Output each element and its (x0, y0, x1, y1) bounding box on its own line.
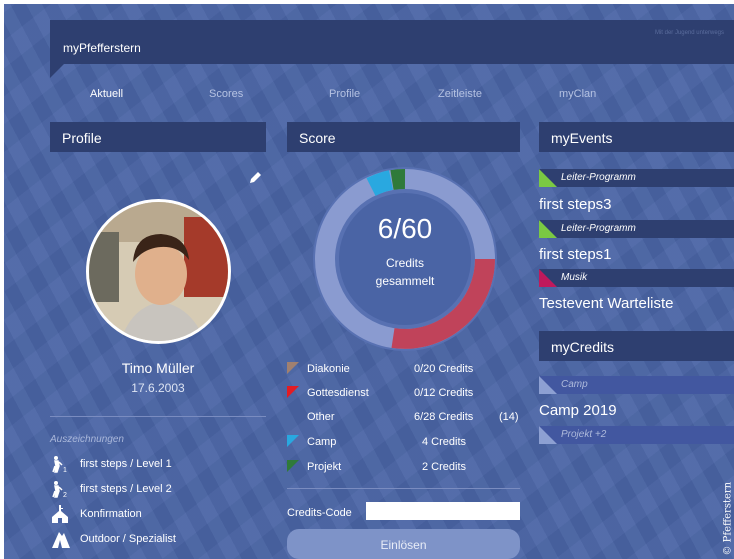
category-name: Camp (307, 436, 337, 448)
events-heading: myEvents (539, 122, 734, 152)
flag-icon (539, 220, 557, 238)
flag-icon (539, 169, 557, 187)
event-category-label: Musik (561, 272, 588, 283)
score-caption-gesammelt: gesammelt (375, 274, 435, 288)
church-icon (52, 505, 68, 523)
event-category-label: Leiter-Programm (561, 172, 636, 183)
category-value: 4 Credits (422, 436, 467, 448)
main-nav: Aktuell Scores Profile Zeitleiste myClan (4, 88, 734, 104)
award-label: Konfirmation (80, 508, 142, 520)
credits-heading: myCredits (539, 331, 734, 361)
award-label: first steps / Level 1 (80, 458, 172, 470)
profile-heading: Profile (50, 122, 266, 152)
app-title[interactable]: myPfefferstern (63, 41, 141, 55)
top-bar-notch (50, 64, 64, 78)
credit-title[interactable]: Camp 2019 (539, 402, 617, 419)
category-value: 0/20 Credits (414, 363, 474, 375)
score-heading: Score (287, 122, 520, 152)
event-title[interactable]: first steps1 (539, 246, 612, 263)
credit-category: Projekt +2 (539, 426, 734, 444)
flag-icon (539, 426, 557, 444)
event-title[interactable]: first steps3 (539, 196, 612, 213)
nav-item-aktuell[interactable]: Aktuell (90, 88, 123, 100)
category-extra: (14) (499, 411, 519, 423)
flag-icon (287, 460, 299, 472)
category-value: 2 Credits (422, 461, 467, 473)
flag-icon (539, 376, 557, 394)
category-name: Gottesdienst (307, 387, 369, 399)
flag-icon (539, 269, 557, 287)
credit-category-label: Camp (561, 379, 588, 390)
category-name: Diakonie (307, 363, 350, 375)
header-fineprint: Mit der Jugend unterwegs (654, 30, 724, 36)
category-name: Projekt (307, 461, 342, 473)
category-value: 6/28 Credits (414, 411, 474, 423)
award-label: Outdoor / Spezialist (80, 533, 176, 545)
nav-item-zeitleiste[interactable]: Zeitleiste (438, 88, 482, 100)
score-total: 6/60 (377, 213, 433, 244)
app-window: myPfefferstern Mit der Jugend unterwegs … (4, 4, 734, 559)
event-category: Leiter-Programm (539, 169, 734, 187)
avatar (86, 199, 231, 344)
nav-item-scores[interactable]: Scores (209, 88, 243, 100)
redeem-button[interactable]: Einlösen (287, 529, 520, 559)
hiker-level1-icon: 1 (52, 456, 67, 473)
svg-text:2: 2 (63, 492, 67, 498)
hiker-level2-icon: 2 (52, 481, 67, 498)
awards-title: Auszeichnungen (50, 434, 124, 445)
top-bar: myPfefferstern Mit der Jugend unterwegs (50, 20, 734, 64)
score-caption-credits: Credits (385, 256, 424, 270)
flag-icon (287, 386, 299, 398)
event-category: Musik (539, 269, 734, 287)
award-label: first steps / Level 2 (80, 483, 172, 495)
pencil-icon[interactable] (247, 170, 263, 186)
watermark: © Pfefferstern (718, 472, 734, 559)
flag-icon (287, 362, 299, 374)
flag-icon (287, 435, 299, 447)
donut-segment-camp (366, 170, 394, 197)
profile-name: Timo Müller (121, 360, 195, 376)
svg-text:1: 1 (63, 467, 67, 473)
nav-item-profile[interactable]: Profile (329, 88, 360, 100)
credits-code-label: Credits-Code (287, 507, 352, 519)
credits-code-input[interactable] (366, 502, 520, 520)
credit-category: Camp (539, 376, 734, 394)
watermark-text: © Pfefferstern (722, 481, 734, 556)
category-value: 0/12 Credits (414, 387, 474, 399)
tent-icon (52, 532, 70, 548)
divider (50, 416, 266, 417)
donut-segment-projekt (390, 169, 406, 190)
category-name: Other (307, 411, 335, 423)
divider (287, 488, 520, 489)
event-category-label: Leiter-Programm (561, 223, 636, 234)
nav-item-myclan[interactable]: myClan (559, 88, 596, 100)
profile-birthdate: 17.6.2003 (131, 381, 185, 395)
event-category: Leiter-Programm (539, 220, 734, 238)
credit-category-label: Projekt +2 (561, 429, 607, 440)
event-title[interactable]: Testevent Warteliste (539, 295, 674, 312)
